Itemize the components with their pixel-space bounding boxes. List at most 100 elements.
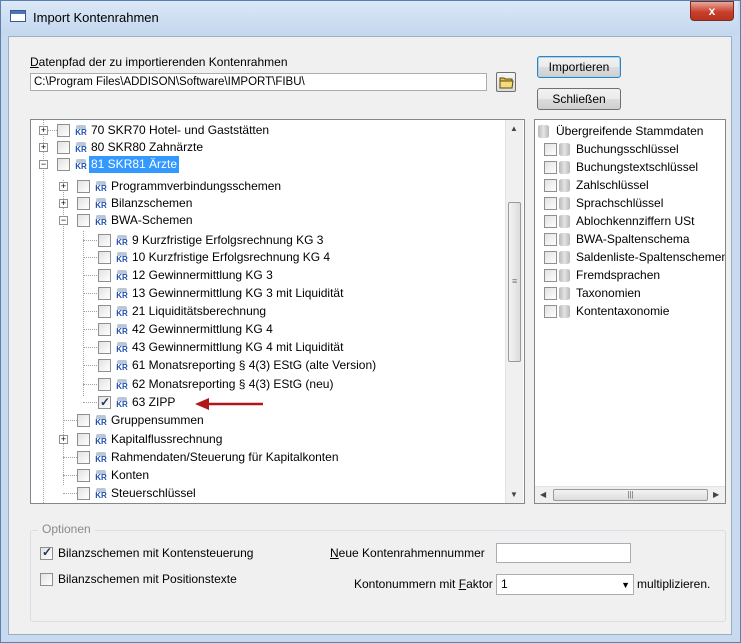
- tree-item-label: Programmverbindungsschemen: [111, 179, 282, 193]
- new-number-input[interactable]: [496, 543, 631, 563]
- tree-checkbox[interactable]: [98, 341, 111, 354]
- dropdown-arrow-icon[interactable]: ▼: [621, 578, 630, 593]
- close-button[interactable]: Schließen: [537, 88, 621, 110]
- list-checkbox[interactable]: [544, 269, 557, 282]
- tree-checkbox[interactable]: [77, 180, 90, 193]
- tree-checkbox[interactable]: [77, 197, 90, 210]
- list-checkbox[interactable]: [544, 215, 557, 228]
- tree-item-label: 62 Monatsreporting § 4(3) EStG (neu): [132, 377, 334, 391]
- kontensteuerung-label: Bilanzschemen mit Kontensteuerung: [58, 546, 254, 560]
- collapse-icon[interactable]: −: [39, 160, 48, 169]
- expand-icon[interactable]: +: [59, 435, 68, 444]
- import-button[interactable]: Importieren: [537, 56, 621, 78]
- list-scroll-thumb[interactable]: |||: [553, 489, 708, 501]
- collapse-icon[interactable]: −: [59, 216, 68, 225]
- database-icon: [559, 197, 570, 210]
- window-icon: [10, 10, 26, 22]
- database-icon: [559, 161, 570, 174]
- tree-checkbox[interactable]: [98, 378, 111, 391]
- tree-checkbox[interactable]: [98, 359, 111, 372]
- expand-icon[interactable]: +: [39, 126, 48, 135]
- list-item-label: Ablochkennziffern USt: [576, 214, 695, 228]
- database-icon: [559, 251, 570, 264]
- tree-item-label: Bilanzschemen: [111, 196, 193, 210]
- expand-icon[interactable]: +: [39, 143, 48, 152]
- kr-icon: KR: [115, 269, 129, 283]
- stammdaten-list[interactable]: Übergreifende Stammdaten Buchungsschlüss…: [534, 119, 726, 504]
- browse-folder-button[interactable]: [496, 72, 516, 92]
- list-checkbox[interactable]: [544, 251, 557, 264]
- database-icon: [559, 143, 570, 156]
- tree-checkbox[interactable]: [77, 414, 90, 427]
- kr-icon: KR: [94, 487, 108, 501]
- factor-select[interactable]: 1 ▼: [496, 574, 634, 595]
- path-label-accel: D: [30, 55, 39, 69]
- kr-icon: KR: [94, 214, 108, 228]
- tree-checkbox[interactable]: [98, 323, 111, 336]
- scroll-right-icon[interactable]: ▶: [713, 490, 719, 499]
- database-icon: [559, 269, 570, 282]
- kr-icon: KR: [115, 378, 129, 392]
- list-item-label: Fremdsprachen: [576, 268, 661, 282]
- factor-label-rest: aktor: [466, 577, 493, 591]
- tree-checkbox[interactable]: [57, 141, 70, 154]
- close-window-button[interactable]: x: [690, 1, 734, 21]
- kontensteuerung-checkbox[interactable]: [40, 545, 53, 560]
- tree-checkbox[interactable]: [77, 433, 90, 446]
- list-checkbox[interactable]: [544, 287, 557, 300]
- path-label-text: atenpfad der zu importierenden Kontenrah…: [38, 55, 288, 69]
- path-label: Datenpfad der zu importierenden Kontenra…: [30, 55, 288, 69]
- scroll-up-icon[interactable]: ▲: [510, 124, 518, 133]
- tree-checkbox[interactable]: [98, 234, 111, 247]
- kr-icon: KR: [115, 341, 129, 355]
- tree-vertical-scrollbar[interactable]: ▲ ≡ ▼: [505, 120, 523, 503]
- scroll-left-icon[interactable]: ◀: [540, 490, 546, 499]
- list-checkbox[interactable]: [544, 305, 557, 318]
- tree-item-label: 80 SKR80 Zahnärzte: [91, 140, 204, 154]
- database-icon: [559, 179, 570, 192]
- list-checkbox[interactable]: [544, 197, 557, 210]
- tree-item-label: Gruppensummen: [111, 413, 204, 427]
- positionstexte-label: Bilanzschemen mit Positionstexte: [58, 572, 237, 586]
- expand-icon[interactable]: +: [59, 182, 68, 191]
- list-item-label: BWA-Spaltenschema: [576, 232, 690, 246]
- list-checkbox[interactable]: [544, 161, 557, 174]
- tree-scroll-thumb[interactable]: ≡: [508, 202, 521, 362]
- list-checkbox[interactable]: [544, 179, 557, 192]
- annotation-arrow-icon: [195, 398, 263, 410]
- tree-item-label: 81 SKR81 Ärzte: [89, 156, 180, 173]
- scroll-down-icon[interactable]: ▼: [510, 490, 518, 499]
- tree-item-label: 13 Gewinnermittlung KG 3 mit Liquidität: [132, 286, 344, 300]
- path-input[interactable]: C:\Program Files\ADDISON\Software\IMPORT…: [30, 73, 487, 91]
- tree-checkbox[interactable]: [98, 269, 111, 282]
- tree-item-label: 42 Gewinnermittlung KG 4: [132, 322, 273, 336]
- kr-icon: KR: [94, 433, 108, 447]
- list-checkbox[interactable]: [544, 143, 557, 156]
- kr-icon: KR: [94, 469, 108, 483]
- tree-checkbox[interactable]: [98, 305, 111, 318]
- tree-checkbox-checked[interactable]: [98, 394, 111, 411]
- tree-item-label: Rahmendaten/Steuerung für Kapitalkonten: [111, 450, 339, 464]
- positionstexte-checkbox[interactable]: [40, 573, 53, 586]
- expand-icon[interactable]: +: [59, 199, 68, 208]
- kr-icon: KR: [115, 305, 129, 319]
- kr-icon: KR: [94, 197, 108, 211]
- kontenrahmen-tree[interactable]: + KR 70 SKR70 Hotel- und Gaststätten + K…: [30, 119, 525, 504]
- kr-icon: KR: [94, 180, 108, 194]
- list-horizontal-scrollbar[interactable]: ◀ ||| ▶: [535, 486, 725, 503]
- tree-item-label: 61 Monatsreporting § 4(3) EStG (alte Ver…: [132, 358, 377, 372]
- new-number-accel: N: [330, 546, 339, 560]
- tree-checkbox[interactable]: [77, 451, 90, 464]
- factor-select-value: 1: [501, 577, 508, 591]
- list-item-label: Buchungsschlüssel: [576, 142, 679, 156]
- tree-checkbox[interactable]: [77, 487, 90, 500]
- kr-icon: KR: [74, 141, 88, 155]
- tree-checkbox[interactable]: [98, 251, 111, 264]
- tree-checkbox[interactable]: [77, 214, 90, 227]
- kr-icon: KR: [74, 158, 88, 172]
- tree-checkbox[interactable]: [57, 124, 70, 137]
- tree-checkbox[interactable]: [57, 158, 70, 171]
- list-checkbox[interactable]: [544, 233, 557, 246]
- tree-checkbox[interactable]: [77, 469, 90, 482]
- tree-checkbox[interactable]: [98, 287, 111, 300]
